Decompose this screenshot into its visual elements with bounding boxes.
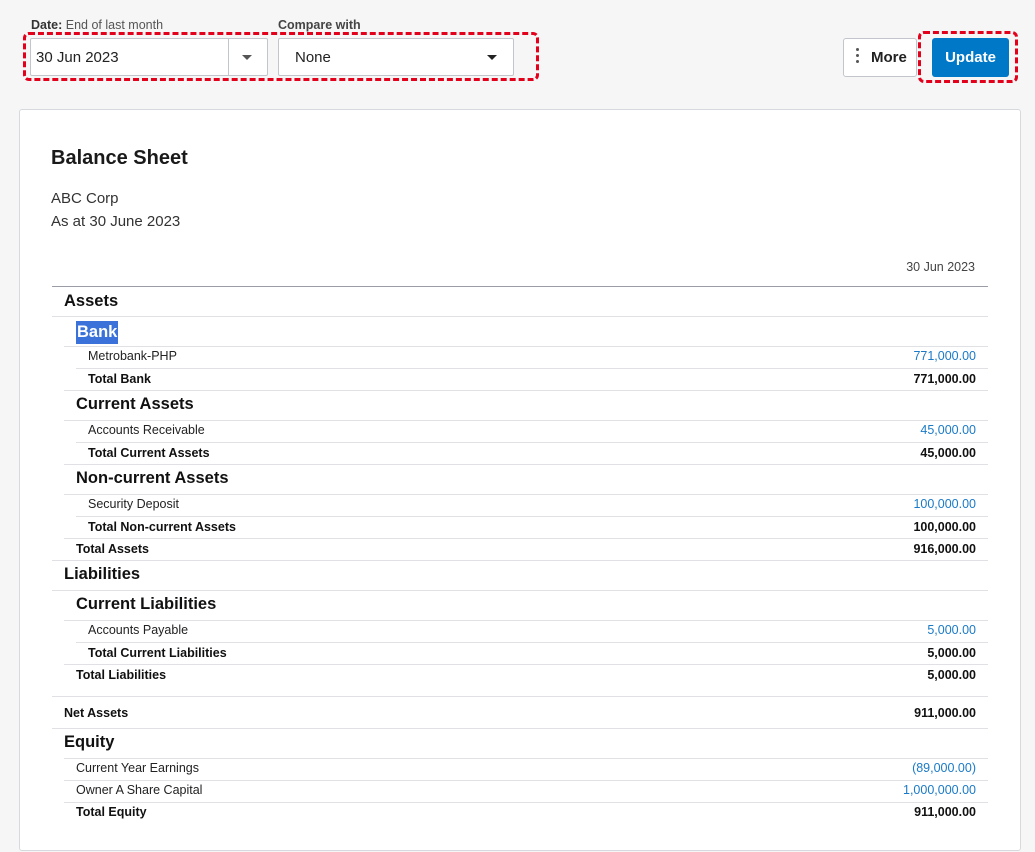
total-label: Total Equity <box>76 805 147 819</box>
company-name: ABC Corp <box>51 190 119 207</box>
net-assets-label: Net Assets <box>64 706 129 720</box>
account-name: Current Year Earnings <box>76 761 199 775</box>
row-divider <box>64 758 988 759</box>
account-amount-link[interactable]: 45,000.00 <box>920 423 976 437</box>
row-divider <box>52 590 988 591</box>
highlight-annotation-update <box>918 31 1018 83</box>
account-name: Security Deposit <box>88 497 180 511</box>
account-amount-link[interactable]: 771,000.00 <box>913 349 976 363</box>
row-divider <box>76 516 988 517</box>
total-amount: 771,000.00 <box>913 372 976 386</box>
row-divider <box>64 346 988 347</box>
total-amount: 100,000.00 <box>913 520 976 534</box>
account-name: Accounts Receivable <box>88 423 205 437</box>
section-heading: Assets <box>64 292 119 310</box>
total-label: Total Current Assets <box>88 446 210 460</box>
report-title: Balance Sheet <box>51 147 188 169</box>
total-amount: 911,000.00 <box>914 805 976 819</box>
column-header-date: 30 Jun 2023 <box>906 260 975 274</box>
group-heading: Current Liabilities <box>76 595 217 613</box>
row-divider <box>52 728 988 729</box>
report-panel: Balance Sheet ABC Corp As at 30 June 202… <box>19 109 1021 851</box>
more-button[interactable]: More <box>843 38 917 77</box>
row-divider <box>64 780 988 781</box>
account-name: Accounts Payable <box>88 623 189 637</box>
total-amount: 5,000.00 <box>927 646 976 660</box>
row-divider <box>52 696 988 697</box>
row-divider <box>64 390 988 391</box>
account-amount-link[interactable]: 100,000.00 <box>913 497 976 511</box>
net-assets-amount: 911,000.00 <box>914 706 976 720</box>
row-divider <box>52 316 988 317</box>
row-divider <box>64 420 988 421</box>
date-label: Date: End of last month <box>31 18 163 32</box>
total-label: Total Assets <box>76 542 149 556</box>
section-heading: Equity <box>64 733 115 751</box>
date-label-suffix: End of last month <box>65 18 164 32</box>
row-divider <box>64 464 988 465</box>
total-label: Total Non-current Assets <box>88 520 236 534</box>
total-label: Total Liabilities <box>76 668 167 682</box>
highlight-annotation-filters <box>23 32 539 81</box>
total-amount: 45,000.00 <box>920 446 976 460</box>
date-label-prefix: Date: <box>31 18 63 32</box>
report-date: As at 30 June 2023 <box>51 213 181 230</box>
row-divider <box>64 664 988 665</box>
row-divider <box>64 802 988 803</box>
row-divider <box>64 538 988 539</box>
row-divider <box>64 620 988 621</box>
group-heading: Non-current Assets <box>76 469 229 487</box>
more-label: More <box>871 49 907 66</box>
account-name: Metrobank-PHP <box>88 349 177 363</box>
row-divider <box>52 560 988 561</box>
section-heading: Liabilities <box>64 565 141 583</box>
account-amount-link[interactable]: 1,000,000.00 <box>903 783 976 797</box>
account-amount-link[interactable]: (89,000.00) <box>912 761 976 775</box>
header-divider <box>52 286 988 287</box>
more-vertical-icon <box>856 48 859 66</box>
row-divider <box>64 494 988 495</box>
total-label: Total Bank <box>88 372 151 386</box>
total-label: Total Current Liabilities <box>88 646 227 660</box>
account-amount-link[interactable]: 5,000.00 <box>927 623 976 637</box>
group-heading: Bank <box>76 321 119 344</box>
row-divider <box>76 368 988 369</box>
total-amount: 916,000.00 <box>913 542 976 556</box>
compare-label: Compare with <box>278 18 361 32</box>
row-divider <box>76 442 988 443</box>
total-amount: 5,000.00 <box>927 668 976 682</box>
row-divider <box>76 642 988 643</box>
account-name: Owner A Share Capital <box>76 783 203 797</box>
group-heading: Current Assets <box>76 395 194 413</box>
